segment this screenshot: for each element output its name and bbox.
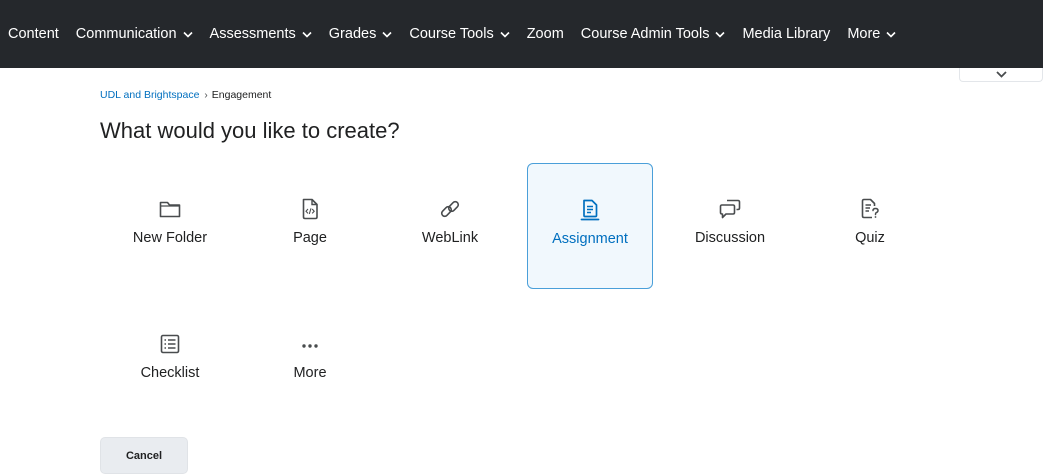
nav-grades[interactable]: Grades: [329, 26, 393, 42]
create-discussion-label: Discussion: [694, 230, 766, 246]
chevron-down-icon: [886, 31, 896, 38]
nav-content-label: Content: [8, 26, 59, 42]
breadcrumb: UDL and Brightspace › Engagement: [100, 89, 271, 101]
nav-course-admin-tools-label: Course Admin Tools: [580, 26, 710, 42]
quiz-icon: [861, 198, 879, 219]
nav-course-tools-label: Course Tools: [409, 26, 494, 42]
nav-zoom[interactable]: Zoom: [527, 26, 564, 42]
discussion-icon: [719, 199, 741, 219]
create-checklist-tile[interactable]: Checklist: [107, 298, 233, 424]
breadcrumb-link-course[interactable]: UDL and Brightspace: [100, 89, 199, 101]
nav-communication[interactable]: Communication: [76, 26, 193, 42]
nav-more[interactable]: More: [847, 26, 896, 42]
nav-grades-label: Grades: [328, 26, 377, 42]
breadcrumb-current: Engagement: [211, 89, 272, 101]
more-dots-icon: [302, 344, 318, 348]
cancel-button[interactable]: Cancel: [100, 437, 188, 474]
folder-icon: [159, 201, 181, 218]
chevron-down-icon: [715, 31, 726, 38]
nav-communication-label: Communication: [75, 26, 177, 42]
create-more-tile[interactable]: More: [247, 298, 373, 424]
course-navbar: Content Communication Assessments Grades…: [0, 0, 1043, 68]
chevron-down-icon: [382, 31, 392, 38]
nav-media-library-label: Media Library: [742, 26, 831, 42]
create-weblink-label: WebLink: [421, 230, 479, 246]
create-quiz-label: Quiz: [855, 230, 885, 246]
create-page-tile[interactable]: Page: [247, 163, 373, 289]
assignment-icon: [580, 199, 600, 221]
nav-media-library[interactable]: Media Library: [742, 26, 830, 42]
create-quiz-tile[interactable]: Quiz: [807, 163, 933, 289]
create-discussion-tile[interactable]: Discussion: [667, 163, 793, 289]
chevron-down-icon: [182, 31, 193, 38]
nav-more-label: More: [847, 26, 881, 42]
nav-zoom-label: Zoom: [526, 26, 564, 42]
page-code-icon: [302, 198, 318, 220]
collapse-navbar-toggle[interactable]: [959, 68, 1043, 82]
link-icon: [440, 200, 460, 218]
create-assignment-tile[interactable]: Assignment: [527, 163, 653, 289]
create-new-folder-label: New Folder: [132, 230, 208, 246]
chevron-down-icon: [302, 31, 312, 38]
nav-course-admin-tools[interactable]: Course Admin Tools: [581, 26, 726, 42]
chevron-down-icon: [995, 71, 1007, 78]
chevron-down-icon: [500, 31, 510, 38]
checklist-icon: [160, 334, 180, 354]
create-checklist-label: Checklist: [140, 365, 200, 381]
create-page-label: Page: [293, 230, 327, 246]
create-assignment-label: Assignment: [552, 231, 628, 247]
nav-assessments-label: Assessments: [209, 26, 296, 42]
nav-course-tools[interactable]: Course Tools: [409, 26, 510, 42]
page-title: What would you like to create?: [100, 118, 400, 143]
nav-assessments[interactable]: Assessments: [210, 26, 312, 42]
create-new-folder-tile[interactable]: New Folder: [107, 163, 233, 289]
breadcrumb-separator: ›: [204, 89, 208, 101]
create-more-label: More: [293, 365, 327, 381]
nav-content[interactable]: Content: [8, 26, 59, 42]
create-weblink-tile[interactable]: WebLink: [387, 163, 513, 289]
